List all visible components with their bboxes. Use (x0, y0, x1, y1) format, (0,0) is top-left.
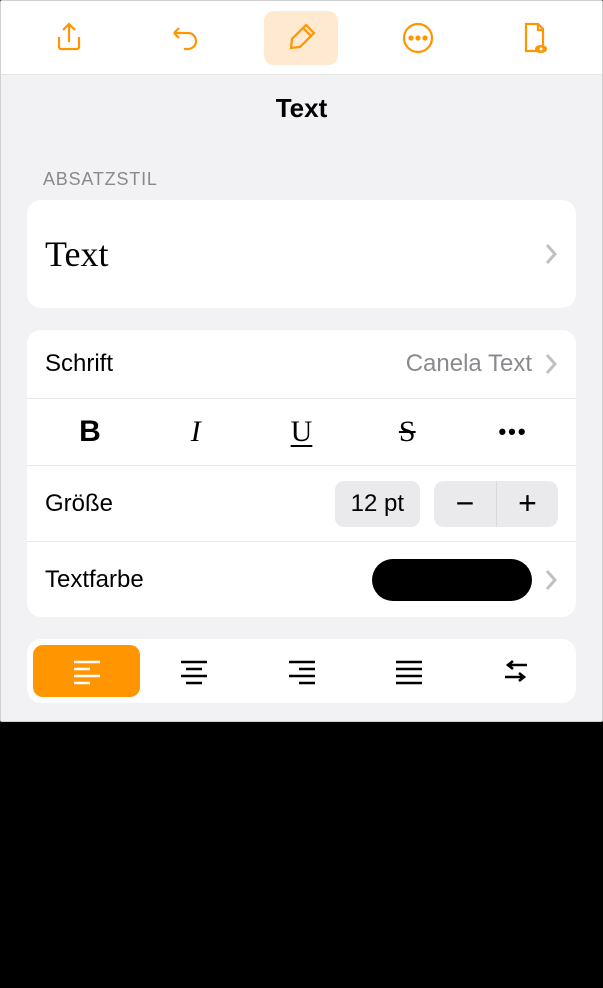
text-color-row[interactable]: Textfarbe (27, 541, 576, 617)
text-direction-button[interactable] (463, 645, 570, 697)
align-right-button[interactable] (248, 645, 355, 697)
more-formatting-button[interactable]: ••• (468, 419, 558, 445)
more-button[interactable] (381, 11, 455, 65)
toolbar (1, 1, 602, 75)
undo-button[interactable] (148, 11, 222, 65)
bold-button[interactable]: B (45, 415, 135, 449)
size-row: Größe 12 pt − + (27, 465, 576, 541)
chevron-right-icon (544, 353, 558, 375)
panel-title: Text (1, 75, 602, 141)
callout-line (508, 725, 509, 945)
font-card: Schrift Canela Text B I U S ••• Größe 12… (27, 330, 576, 617)
share-button[interactable] (32, 11, 106, 65)
document-button[interactable] (497, 11, 571, 65)
strikethrough-button[interactable]: S (362, 415, 452, 449)
font-row[interactable]: Schrift Canela Text (27, 330, 576, 398)
align-left-button[interactable] (33, 645, 140, 697)
chevron-right-icon (544, 243, 558, 265)
align-center-button[interactable] (140, 645, 247, 697)
size-label: Größe (45, 490, 113, 518)
section-label-paragraph-style: ABSATZSTIL (43, 169, 576, 190)
size-increase-button[interactable]: + (496, 481, 558, 527)
alignment-card (27, 639, 576, 703)
text-color-swatch[interactable] (372, 559, 532, 601)
size-stepper: − + (434, 481, 558, 527)
font-label: Schrift (45, 350, 113, 378)
font-value: Canela Text (406, 350, 532, 378)
align-justify-button[interactable] (355, 645, 462, 697)
chevron-right-icon (544, 569, 558, 591)
paragraph-style-row[interactable]: Text (27, 200, 576, 308)
text-color-label: Textfarbe (45, 566, 144, 594)
paragraph-style-name: Text (45, 233, 108, 275)
italic-button[interactable]: I (151, 415, 241, 449)
underline-button[interactable]: U (257, 415, 347, 449)
format-button[interactable] (264, 11, 338, 65)
size-decrease-button[interactable]: − (434, 481, 496, 527)
format-strip: B I U S ••• (27, 398, 576, 465)
size-value[interactable]: 12 pt (335, 481, 420, 527)
